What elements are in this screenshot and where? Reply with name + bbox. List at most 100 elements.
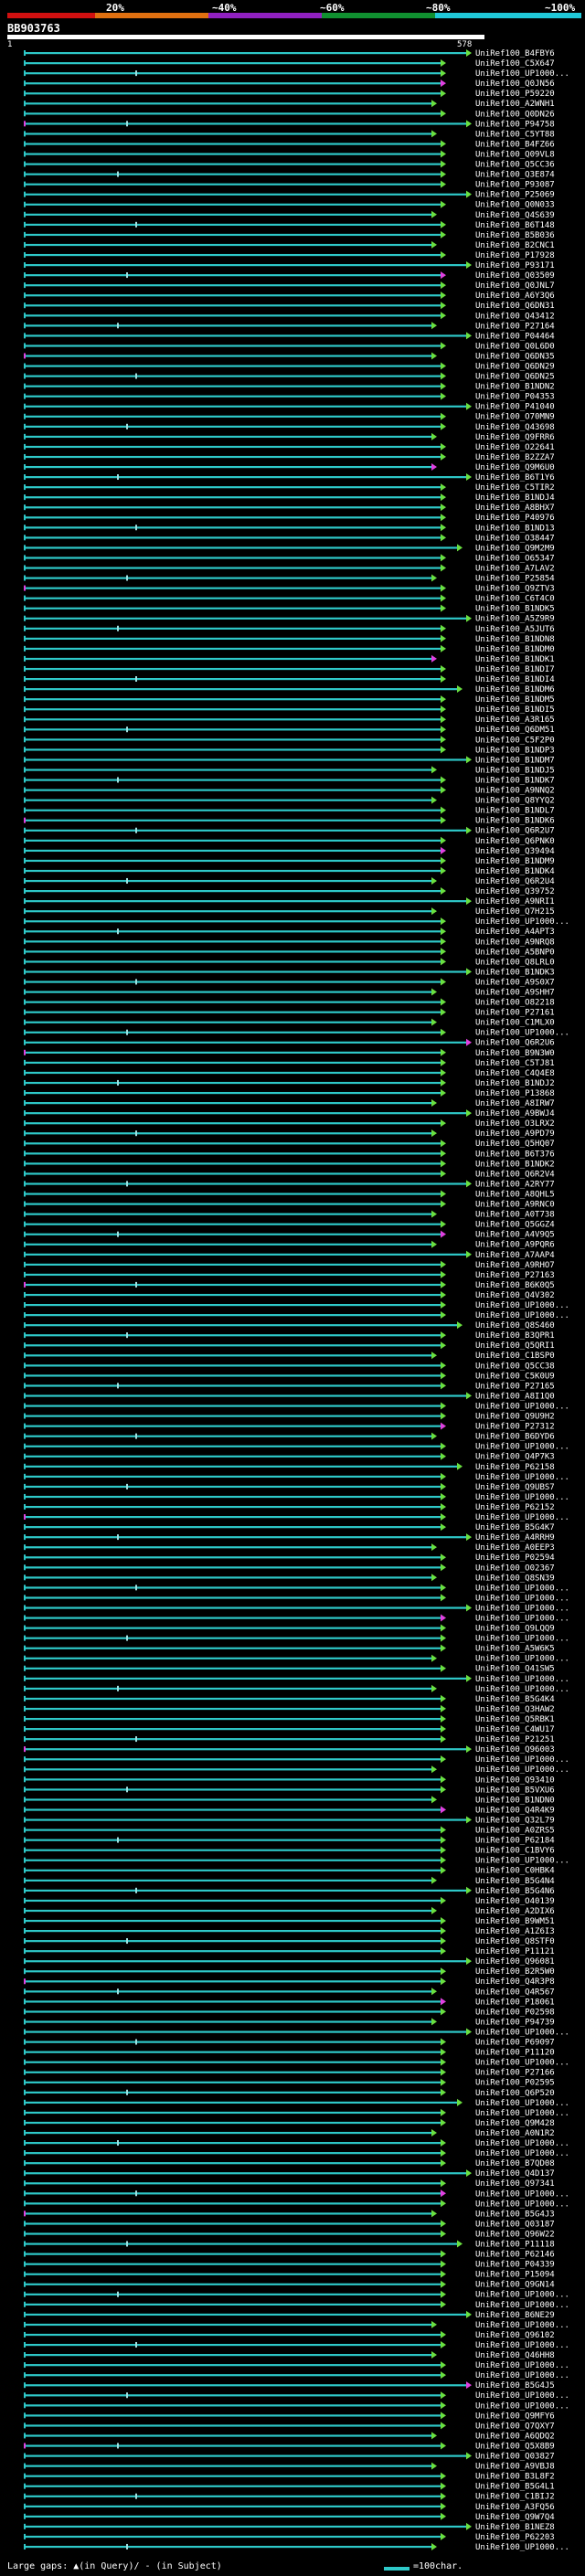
hit-label[interactable]: UniRef100_UP1000...: [475, 1584, 569, 1593]
hit-label[interactable]: UniRef100_Q5QRI1: [475, 1341, 555, 1351]
hit-label[interactable]: UniRef100_B1NDK2: [475, 1160, 555, 1169]
hit-label[interactable]: UniRef100_UP1000...: [475, 2099, 569, 2108]
hit-label[interactable]: UniRef100_Q9W7Q4: [475, 2513, 555, 2522]
hit-label[interactable]: UniRef100_A4RRH9: [475, 1533, 555, 1542]
hit-label[interactable]: UniRef100_A0N1R2: [475, 2129, 555, 2138]
hit-label[interactable]: UniRef100_Q93410: [475, 1776, 555, 1785]
hit-label[interactable]: UniRef100_C1MLX0: [475, 1019, 555, 1028]
hit-label[interactable]: UniRef100_B6T1Y6: [475, 473, 555, 482]
hit-label[interactable]: UniRef100_B1NDI7: [475, 665, 555, 674]
hit-label[interactable]: UniRef100_P02594: [475, 1553, 555, 1563]
hit-label[interactable]: UniRef100_Q03827: [475, 2453, 555, 2462]
hit-label[interactable]: UniRef100_Q4R3P8: [475, 1977, 555, 1987]
hit-label[interactable]: UniRef100_P27163: [475, 1271, 555, 1280]
hit-label[interactable]: UniRef100_Q0DN26: [475, 110, 555, 119]
hit-label[interactable]: UniRef100_Q5HQ07: [475, 1140, 555, 1149]
hit-label[interactable]: UniRef100_P62203: [475, 2533, 555, 2542]
hit-label[interactable]: UniRef100_UP1000...: [475, 1765, 569, 1775]
hit-label[interactable]: UniRef100_A7AAP4: [475, 1251, 555, 1260]
hit-label[interactable]: UniRef100_A6QDQ2: [475, 2432, 555, 2441]
hit-label[interactable]: UniRef100_A2WNH1: [475, 100, 555, 109]
hit-label[interactable]: UniRef100_A9RHO7: [475, 1261, 555, 1270]
hit-label[interactable]: UniRef100_Q4R567: [475, 1988, 555, 1997]
hit-label[interactable]: UniRef100_P69097: [475, 2039, 555, 2048]
hit-label[interactable]: UniRef100_A9S0X7: [475, 978, 555, 987]
hit-label[interactable]: UniRef100_Q6DN25: [475, 373, 555, 382]
hit-label[interactable]: UniRef100_A6Y3Q6: [475, 292, 555, 301]
hit-label[interactable]: UniRef100_P62152: [475, 1503, 555, 1512]
hit-label[interactable]: UniRef100_C1BSP0: [475, 1352, 555, 1361]
hit-label[interactable]: UniRef100_B5G4J3: [475, 2210, 555, 2219]
hit-label[interactable]: UniRef100_P18061: [475, 1998, 555, 2007]
hit-label[interactable]: UniRef100_Q9GN14: [475, 2281, 555, 2290]
hit-label[interactable]: UniRef100_B1NDI5: [475, 705, 555, 715]
hit-label[interactable]: UniRef100_Q6R2U4: [475, 877, 555, 886]
hit-label[interactable]: UniRef100_B9WM51: [475, 1917, 555, 1926]
hit-label[interactable]: UniRef100_Q5GGZ4: [475, 1221, 555, 1230]
hit-label[interactable]: UniRef100_O40139: [475, 1897, 555, 1906]
hit-label[interactable]: UniRef100_C6T4C0: [475, 595, 555, 604]
hit-label[interactable]: UniRef100_Q43412: [475, 312, 555, 321]
hit-label[interactable]: UniRef100_A7LAV2: [475, 564, 555, 573]
hit-label[interactable]: UniRef100_B1NDM0: [475, 645, 555, 654]
hit-label[interactable]: UniRef100_C5X647: [475, 59, 555, 69]
hit-label[interactable]: UniRef100_B7QD08: [475, 2159, 555, 2168]
hit-label[interactable]: UniRef100_Q6P520: [475, 2089, 555, 2098]
hit-label[interactable]: UniRef100_UP1000...: [475, 2543, 569, 2552]
hit-label[interactable]: UniRef100_UP1000...: [475, 2301, 569, 2310]
hit-label[interactable]: UniRef100_Q6R2U6: [475, 1039, 555, 1048]
hit-label[interactable]: UniRef100_UP1000...: [475, 1615, 569, 1624]
hit-label[interactable]: UniRef100_B1NEZ8: [475, 2523, 555, 2532]
hit-label[interactable]: UniRef100_UP1000...: [475, 1029, 569, 1038]
hit-label[interactable]: UniRef100_P21251: [475, 1735, 555, 1744]
hit-label[interactable]: UniRef100_UP1000...: [475, 2391, 569, 2401]
hit-label[interactable]: UniRef100_Q03187: [475, 2220, 555, 2229]
hit-label[interactable]: UniRef100_A4V9Q5: [475, 1231, 555, 1240]
hit-label[interactable]: UniRef100_B1NDM5: [475, 695, 555, 705]
hit-label[interactable]: UniRef100_Q9FRR6: [475, 433, 555, 442]
hit-label[interactable]: UniRef100_Q9M428: [475, 2119, 555, 2128]
hit-label[interactable]: UniRef100_B1NDN2: [475, 383, 555, 392]
hit-label[interactable]: UniRef100_UP1000...: [475, 1604, 569, 1613]
hit-label[interactable]: UniRef100_Q8STF0: [475, 1937, 555, 1946]
hit-label[interactable]: UniRef100_UP1000...: [475, 1675, 569, 1684]
hit-label[interactable]: UniRef100_C0HBK4: [475, 1867, 555, 1876]
hit-label[interactable]: UniRef100_A8I1Q0: [475, 1392, 555, 1401]
hit-label[interactable]: UniRef100_B2CNC1: [475, 241, 555, 250]
hit-label[interactable]: UniRef100_O38447: [475, 534, 555, 543]
hit-label[interactable]: UniRef100_Q96W22: [475, 2230, 555, 2239]
hit-label[interactable]: UniRef100_P59220: [475, 90, 555, 99]
hit-label[interactable]: UniRef100_B1NDK1: [475, 655, 555, 664]
hit-label[interactable]: UniRef100_A5Z9R9: [475, 615, 555, 624]
hit-label[interactable]: UniRef100_Q32L79: [475, 1816, 555, 1825]
hit-label[interactable]: UniRef100_P62158: [475, 1463, 555, 1472]
hit-label[interactable]: UniRef100_P27165: [475, 1382, 555, 1391]
hit-label[interactable]: UniRef100_P02595: [475, 2079, 555, 2088]
hit-label[interactable]: UniRef100_C5TJ81: [475, 1059, 555, 1068]
hit-label[interactable]: UniRef100_Q0JN56: [475, 80, 555, 89]
hit-label[interactable]: UniRef100_C4WU17: [475, 1725, 555, 1734]
hit-label[interactable]: UniRef100_UP1000...: [475, 1755, 569, 1765]
hit-label[interactable]: UniRef100_B5G4K7: [475, 1523, 555, 1532]
hit-label[interactable]: UniRef100_UP1000...: [475, 1513, 569, 1522]
hit-label[interactable]: UniRef100_Q8LRL0: [475, 958, 555, 967]
hit-label[interactable]: UniRef100_P94739: [475, 2018, 555, 2027]
hit-label[interactable]: UniRef100_Q8YYQ2: [475, 797, 555, 806]
hit-label[interactable]: UniRef100_C5TIR2: [475, 483, 555, 493]
hit-label[interactable]: UniRef100_UP1000...: [475, 2109, 569, 2118]
hit-label[interactable]: UniRef100_B2R5W0: [475, 1967, 555, 1977]
hit-label[interactable]: UniRef100_P62146: [475, 2251, 555, 2260]
hit-label[interactable]: UniRef100_UP1000...: [475, 2321, 569, 2330]
hit-label[interactable]: UniRef100_B1NDM9: [475, 857, 555, 866]
hit-label[interactable]: UniRef100_B1NDN0: [475, 1796, 555, 1805]
hit-label[interactable]: UniRef100_UP1000...: [475, 1443, 569, 1452]
hit-label[interactable]: UniRef100_A8IRW7: [475, 1099, 555, 1108]
hit-label[interactable]: UniRef100_Q97341: [475, 2179, 555, 2189]
hit-label[interactable]: UniRef100_Q3E874: [475, 171, 555, 180]
hit-label[interactable]: UniRef100_Q4S639: [475, 211, 555, 220]
hit-label[interactable]: UniRef100_Q5RBK1: [475, 1715, 555, 1724]
hit-label[interactable]: UniRef100_Q6R2U7: [475, 827, 555, 836]
hit-label[interactable]: UniRef100_UP1000...: [475, 2361, 569, 2370]
hit-label[interactable]: UniRef100_B1NDJ4: [475, 493, 555, 503]
hit-label[interactable]: UniRef100_P11120: [475, 2049, 555, 2058]
